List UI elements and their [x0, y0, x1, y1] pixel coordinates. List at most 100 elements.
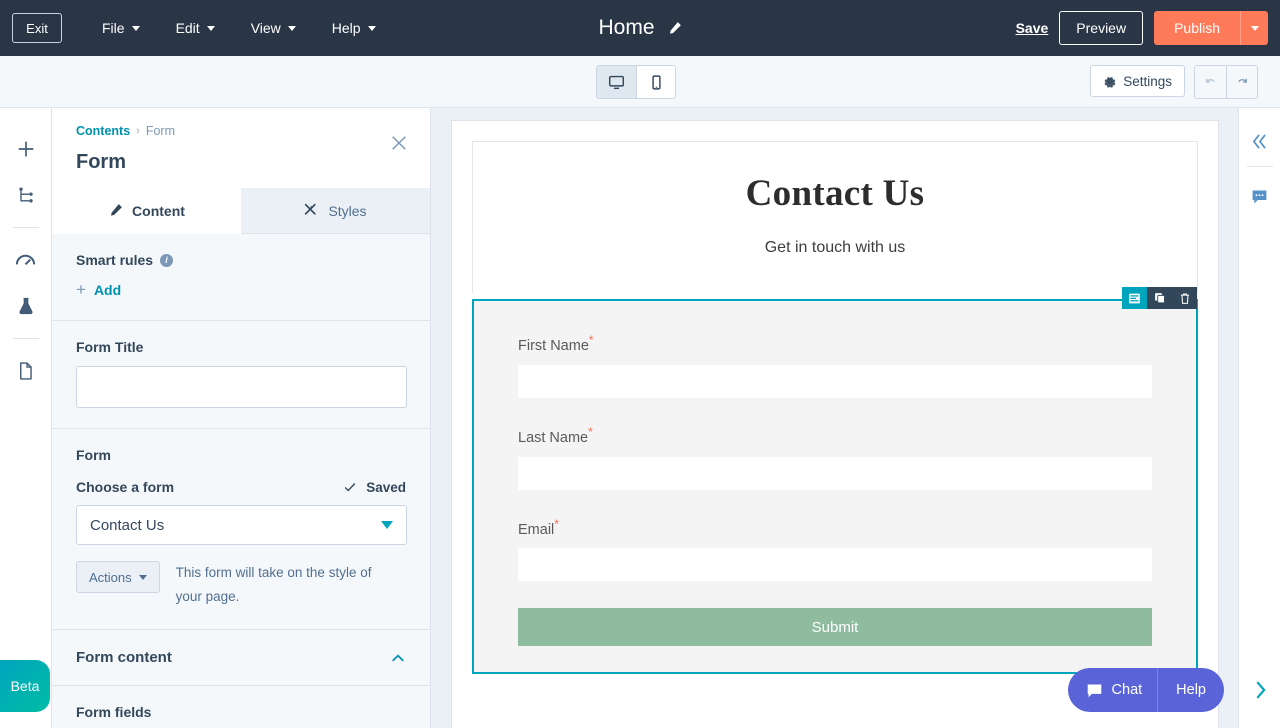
smart-rules-section: Smart rules i + Add [52, 234, 430, 321]
panel-header: Contents › Form Form [52, 108, 430, 188]
comments-button[interactable] [1243, 177, 1277, 215]
chevron-right-icon [1252, 680, 1269, 700]
trash-icon [1179, 292, 1191, 305]
plus-icon [15, 138, 37, 160]
redo-button[interactable] [1226, 66, 1257, 98]
form-module[interactable]: First Name* Last Name* Email* [472, 299, 1198, 674]
device-desktop-button[interactable] [597, 66, 636, 98]
menu-help[interactable]: Help [314, 0, 394, 56]
preview-button[interactable]: Preview [1059, 11, 1143, 45]
undo-redo-group [1194, 65, 1258, 99]
email-input[interactable] [518, 548, 1152, 581]
publish-dropdown-button[interactable] [1240, 11, 1268, 45]
menu-help-label: Help [332, 20, 361, 36]
rail-contents-tree-button[interactable] [6, 172, 46, 218]
first-name-input[interactable] [518, 365, 1152, 398]
expand-panel-button[interactable] [1239, 680, 1280, 700]
form-title-input[interactable] [76, 366, 407, 408]
form-field-email: Email* [518, 517, 1152, 582]
form-content-title: Form content [76, 649, 172, 666]
chevron-up-icon [390, 650, 406, 666]
device-mobile-button[interactable] [636, 66, 675, 98]
choose-form-select[interactable]: Contact Us [76, 505, 407, 545]
undo-icon [1203, 75, 1218, 90]
pencil-icon[interactable] [667, 21, 682, 36]
menu-file[interactable]: File [84, 0, 158, 56]
document-icon [16, 360, 35, 382]
menu-view-label: View [251, 20, 281, 36]
email-label: Email* [518, 517, 1152, 538]
rail-optimize-button[interactable] [6, 237, 46, 283]
rail-add-button[interactable] [6, 126, 46, 172]
rrail-divider [1247, 166, 1273, 167]
help-button[interactable]: Help [1157, 668, 1224, 712]
form-fields-title: Form fields [76, 704, 406, 720]
collapse-panel-button[interactable] [1243, 122, 1277, 160]
main-menu: File Edit View Help [84, 0, 394, 56]
check-icon [343, 480, 357, 494]
required-marker: * [554, 517, 559, 531]
clone-module-button[interactable] [1147, 287, 1172, 309]
device-preview-toggle [596, 65, 676, 99]
chat-label: Chat [1112, 682, 1143, 698]
redo-icon [1235, 75, 1250, 90]
edit-module-button[interactable] [1122, 287, 1147, 309]
publish-button[interactable]: Publish [1154, 11, 1240, 45]
chat-bubble-icon [1086, 682, 1103, 699]
top-actions: Save Preview Publish [1016, 0, 1268, 56]
last-name-label-text: Last Name [518, 430, 588, 446]
left-icon-rail [0, 108, 52, 728]
tab-styles-label: Styles [328, 203, 366, 219]
chevron-down-icon [368, 26, 376, 31]
toolbar-right-actions: Settings [1090, 65, 1258, 99]
close-icon[interactable] [390, 134, 408, 152]
form-actions-row: Actions This form will take on the style… [76, 561, 406, 609]
form-title-section: Form Title [52, 321, 430, 429]
form-content-accordion[interactable]: Form content [52, 630, 430, 686]
page-editor-app: Exit File Edit View Help Home [0, 0, 1280, 728]
page-title: Home [598, 16, 654, 40]
submit-button[interactable]: Submit [518, 608, 1152, 646]
hierarchy-icon [16, 185, 36, 205]
info-icon[interactable]: i [160, 254, 173, 267]
menu-view[interactable]: View [233, 0, 314, 56]
last-name-input[interactable] [518, 457, 1152, 490]
menu-edit[interactable]: Edit [158, 0, 233, 56]
gear-icon [1103, 74, 1117, 88]
tab-content-label: Content [132, 203, 185, 219]
rail-ab-test-button[interactable] [6, 283, 46, 329]
form-style-note: This form will take on the style of your… [176, 561, 398, 609]
smart-rules-add-button[interactable]: + Add [76, 280, 406, 300]
form-actions-button[interactable]: Actions [76, 561, 160, 593]
chat-button[interactable]: Chat [1068, 668, 1158, 712]
hero-module[interactable]: Contact Us Get in touch with us [472, 141, 1198, 293]
chevron-down-icon [207, 26, 215, 31]
save-button[interactable]: Save [1016, 20, 1049, 36]
exit-button[interactable]: Exit [12, 13, 62, 43]
choose-form-label: Choose a form [76, 479, 174, 495]
beta-badge[interactable]: Beta [0, 660, 50, 712]
page-preview: Contact Us Get in touch with us [451, 120, 1219, 728]
tab-content[interactable]: Content [52, 188, 241, 234]
breadcrumb-contents-link[interactable]: Contents [76, 124, 130, 138]
help-label: Help [1176, 682, 1206, 698]
saved-label: Saved [366, 480, 406, 495]
form-fields-section: Form fields For more advanced editing fe… [52, 686, 430, 728]
top-navigation-bar: Exit File Edit View Help Home [0, 0, 1280, 56]
settings-button[interactable]: Settings [1090, 65, 1185, 97]
delete-module-button[interactable] [1172, 287, 1197, 309]
undo-button[interactable] [1195, 66, 1226, 98]
chevron-down-icon [288, 26, 296, 31]
page-canvas: Contact Us Get in touch with us [432, 108, 1238, 728]
rail-page-details-button[interactable] [6, 348, 46, 394]
tab-styles[interactable]: Styles [241, 188, 430, 234]
chevron-down-icon [1251, 26, 1259, 31]
form-section: Form Choose a form Saved Contact Us Acti… [52, 429, 430, 630]
form-field-last-name: Last Name* [518, 425, 1152, 490]
smart-rules-add-label: Add [94, 282, 121, 298]
right-icon-rail [1238, 108, 1280, 728]
plus-icon: + [76, 280, 86, 300]
caret-down-icon [139, 575, 147, 580]
speedometer-icon [14, 249, 37, 272]
desktop-icon [608, 74, 625, 91]
